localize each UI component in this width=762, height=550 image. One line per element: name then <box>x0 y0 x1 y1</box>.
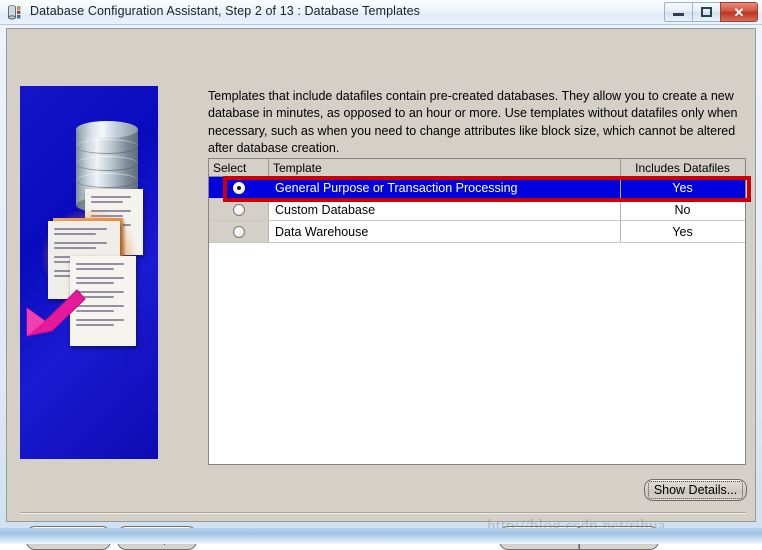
maximize-icon <box>701 7 712 17</box>
close-icon: ✕ <box>733 4 745 20</box>
column-header-template: Template <box>269 159 621 177</box>
column-header-includes-datafiles: Includes Datafiles <box>635 161 730 175</box>
minimize-button[interactable] <box>664 2 692 22</box>
maximize-button[interactable] <box>692 2 720 22</box>
table-header-row: Select Template Includes Datafiles <box>209 159 745 177</box>
table-empty-area <box>209 243 745 448</box>
window-bottom-edge <box>0 528 762 544</box>
show-details-label: Show Details... <box>647 481 744 499</box>
minimize-icon <box>673 13 684 16</box>
radio-button[interactable] <box>232 225 245 238</box>
row-select-cell[interactable] <box>209 199 269 220</box>
description-text: Templates that include datafiles contain… <box>208 89 738 156</box>
row-select-cell[interactable] <box>209 177 269 198</box>
database-icon <box>7 4 24 21</box>
column-header-select: Select <box>209 159 269 177</box>
close-button[interactable]: ✕ <box>720 2 758 22</box>
row-includes-datafiles: Yes <box>672 180 693 195</box>
row-template-name: Custom Database <box>269 199 621 220</box>
application-window: Database Configuration Assistant, Step 2… <box>0 0 762 550</box>
row-template-name: Data Warehouse <box>269 221 621 242</box>
templates-table[interactable]: Select Template Includes Datafiles Gener… <box>208 158 746 465</box>
row-template-name: General Purpose or Transaction Processin… <box>269 177 621 198</box>
radio-button-selected[interactable] <box>232 181 245 194</box>
table-row[interactable]: Custom Database No <box>209 199 745 221</box>
magenta-arrow-icon <box>25 282 87 340</box>
dialog-content: Templates that include datafiles contain… <box>7 29 755 550</box>
table-row[interactable]: Data Warehouse Yes <box>209 221 745 243</box>
show-details-button[interactable]: Show Details... <box>644 479 747 501</box>
client-area: Templates that include datafiles contain… <box>6 28 756 550</box>
window-controls: ✕ <box>664 2 758 23</box>
title-bar: Database Configuration Assistant, Step 2… <box>0 0 762 25</box>
sidebar-illustration <box>20 86 158 459</box>
radio-button[interactable] <box>232 203 245 216</box>
row-includes-datafiles: No <box>674 202 691 217</box>
row-select-cell[interactable] <box>209 221 269 242</box>
table-row[interactable]: General Purpose or Transaction Processin… <box>209 177 745 199</box>
window-title: Database Configuration Assistant, Step 2… <box>30 4 421 18</box>
row-includes-datafiles: Yes <box>672 224 693 239</box>
button-bar-divider <box>20 512 746 514</box>
